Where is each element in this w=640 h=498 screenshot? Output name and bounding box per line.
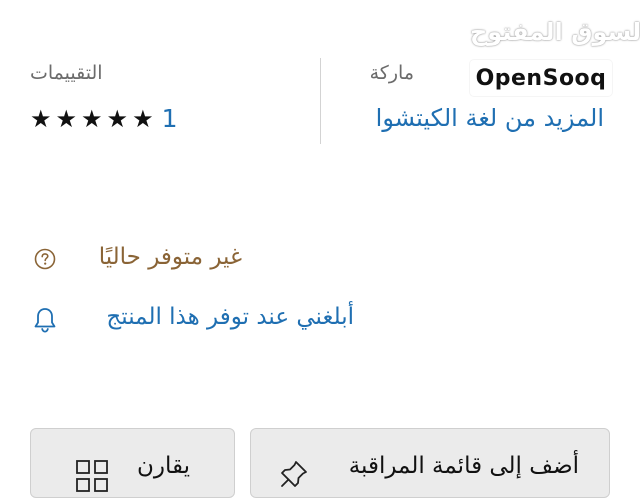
brand-label: ماركة — [369, 62, 414, 84]
watermark-latin: OpenSooq — [475, 65, 607, 91]
star-icon: ★ — [132, 104, 154, 133]
pin-icon — [281, 461, 307, 487]
watermark-logo: OpenSooq — [470, 60, 612, 96]
star-icon: ★ — [81, 104, 103, 133]
compare-button-label: يقارن — [136, 453, 190, 479]
watchlist-button-label: أضف إلى قائمة المراقبة — [348, 453, 579, 479]
watermark-arabic: السوق المفتوح — [470, 18, 640, 46]
compare-grid-icon — [76, 460, 108, 492]
ratings-label: التقييمات — [30, 62, 103, 84]
star-icon: ★ — [55, 104, 78, 133]
notify-when-available-link[interactable]: أبلغني عند توفر هذا المنتج — [106, 304, 354, 330]
availability-status: غير متوفر حاليًا — [98, 244, 242, 270]
compare-button[interactable]: يقارن — [30, 428, 235, 498]
star-icon: ★ — [106, 104, 129, 133]
question-circle-icon[interactable] — [34, 248, 56, 270]
rating-count-link[interactable]: 1 — [162, 104, 178, 133]
brand-link[interactable]: المزيد من لغة الكيتشوا — [376, 104, 604, 132]
star-icon: ★ — [30, 104, 52, 133]
bell-icon[interactable] — [32, 306, 58, 334]
add-to-watchlist-button[interactable]: أضف إلى قائمة المراقبة — [250, 428, 610, 498]
star-rating: ★ ★ ★ ★ ★ — [30, 107, 154, 131]
ratings-row[interactable]: ★ ★ ★ ★ ★ 1 — [30, 104, 177, 133]
column-divider — [320, 58, 321, 144]
